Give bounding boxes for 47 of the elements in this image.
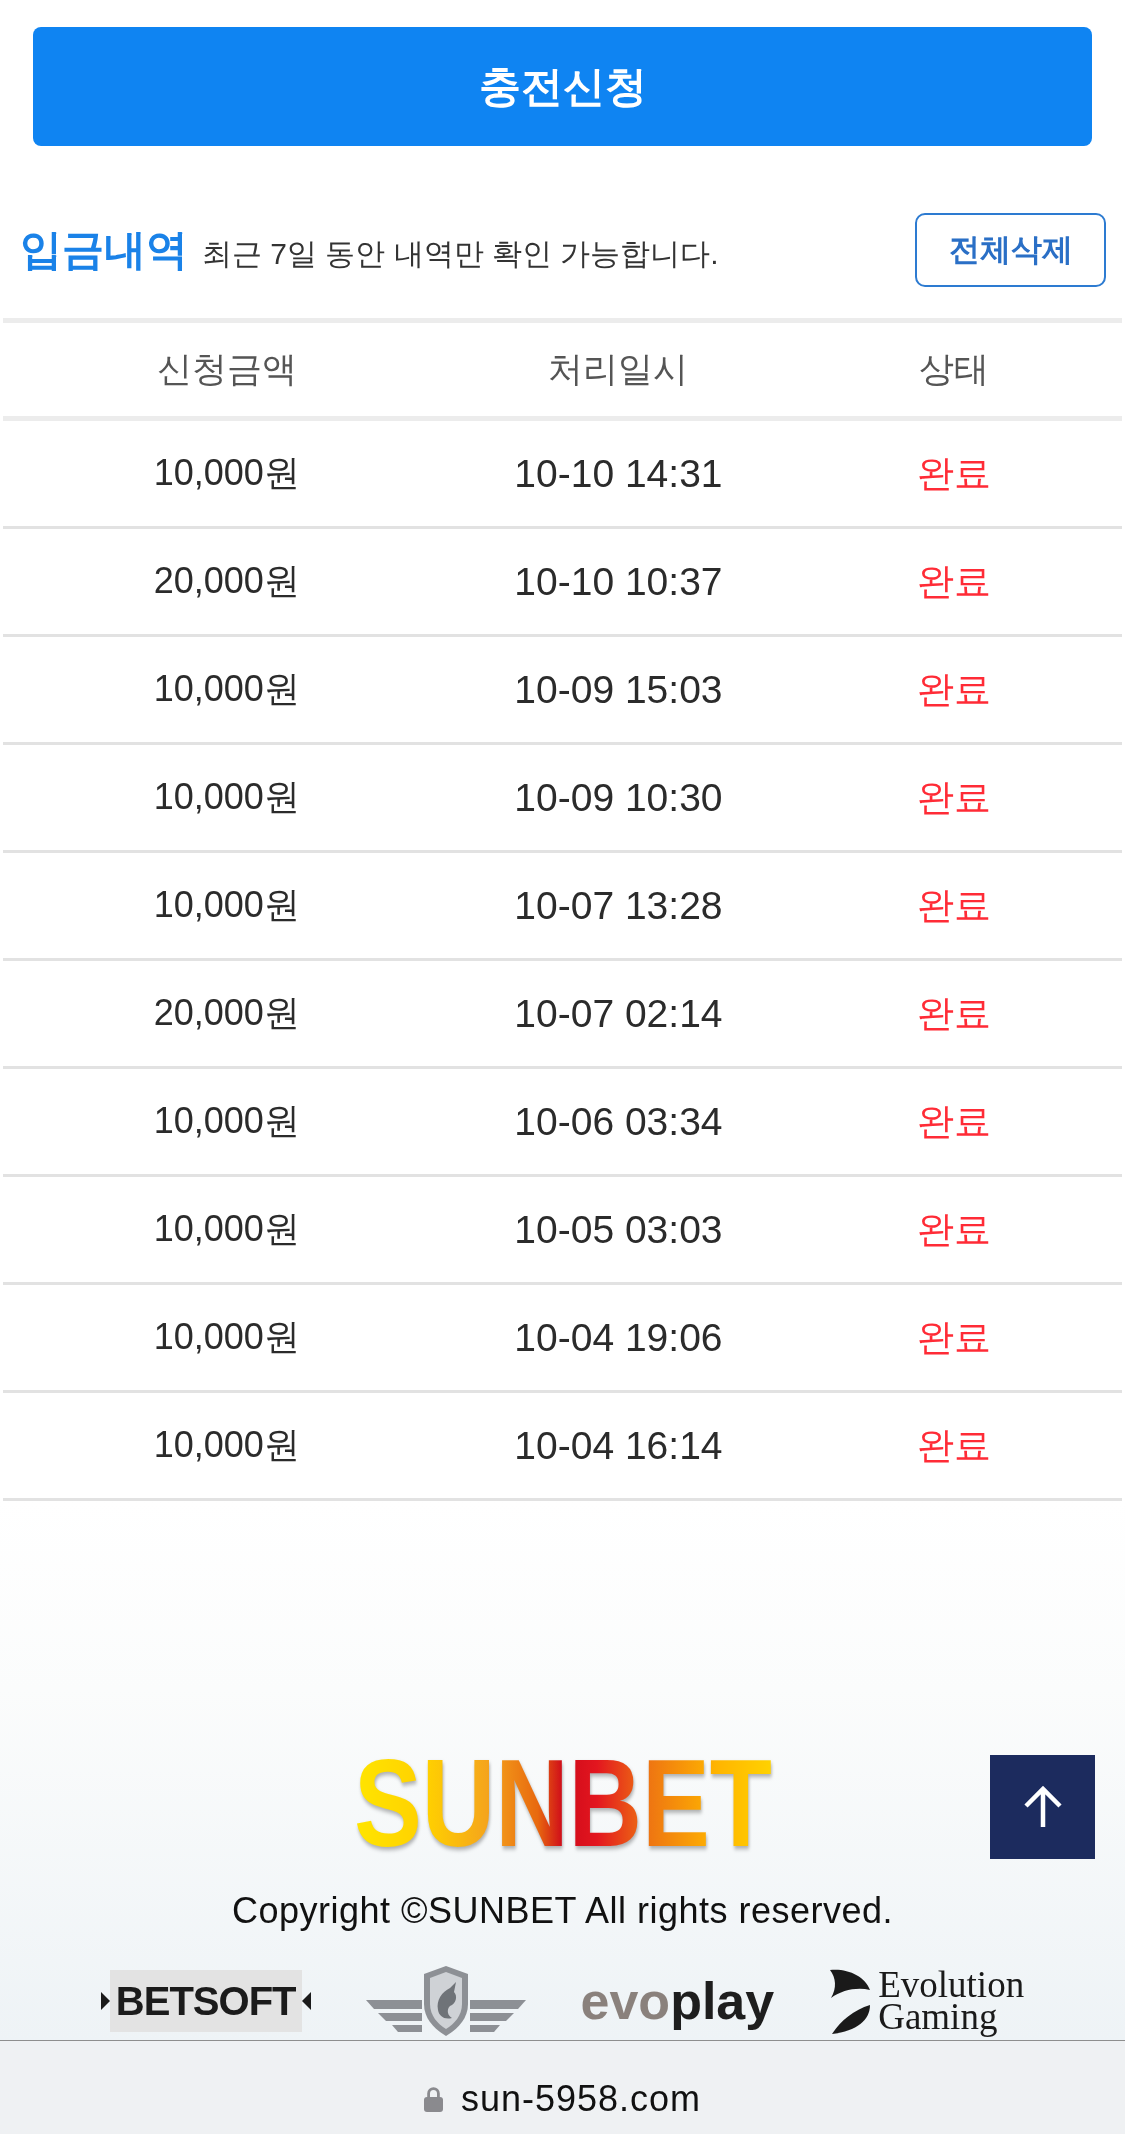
section-title: 입금내역 bbox=[20, 225, 188, 275]
table-cell-text: 10,000원 bbox=[153, 1207, 300, 1251]
winged-shield-icon bbox=[365, 1966, 526, 2036]
table-cell-text: 10,000원 bbox=[153, 1423, 300, 1467]
url-text: sun-5958.com bbox=[460, 2077, 702, 2120]
column-header: 처리일시 bbox=[548, 348, 689, 390]
table-cell-text: 완료 bbox=[917, 1423, 992, 1468]
table-cell: 10-07 02:14 bbox=[514, 991, 723, 1036]
triangle-icon bbox=[301, 1992, 311, 2010]
lock-icon bbox=[423, 2085, 443, 2112]
table-cell-text: 20,000원 bbox=[153, 559, 300, 603]
partner-logo: BETSOFT bbox=[109, 1970, 302, 2032]
table-cell: 10-09 10:30 bbox=[514, 775, 723, 820]
table-cell-text: 10,000원 bbox=[153, 1315, 300, 1359]
table-cell: 10-04 19:06 bbox=[514, 1315, 723, 1360]
table-cell-text: 10,000원 bbox=[153, 775, 300, 819]
column-header: 신청금액 bbox=[156, 348, 297, 390]
table-cell-text: 10,000원 bbox=[153, 883, 300, 927]
table-cell-text: 10,000원 bbox=[153, 667, 300, 711]
table-cell: 10-04 16:14 bbox=[514, 1423, 723, 1468]
crescent-icon bbox=[829, 1968, 871, 2034]
table-cell-text: 10,000원 bbox=[153, 451, 300, 495]
table-cell: 10-10 10:37 bbox=[514, 559, 723, 604]
table-cell: 10-10 14:31 bbox=[514, 451, 723, 496]
table-cell-text: 완료 bbox=[917, 1315, 992, 1360]
table-cell-text: 10,000원 bbox=[153, 1099, 300, 1143]
column-header: 상태 bbox=[919, 348, 990, 390]
table-cell-text: 완료 bbox=[917, 991, 992, 1036]
table-cell-text: 20,000원 bbox=[153, 991, 300, 1035]
table-cell-text: 완료 bbox=[917, 1099, 992, 1144]
table-cell-text: 완료 bbox=[917, 559, 992, 604]
section-subtitle: 최근 7일 동안 내역만 확인 가능합니다. bbox=[202, 236, 719, 272]
table-cell-text: 완료 bbox=[917, 451, 992, 496]
table-cell: 10-07 13:28 bbox=[514, 883, 723, 928]
table-cell-text: 완료 bbox=[917, 667, 992, 712]
address-bar[interactable]: sun-5958.com bbox=[0, 2040, 1125, 2134]
table-cell: 10-09 15:03 bbox=[514, 667, 723, 712]
table-cell: 10-06 03:34 bbox=[514, 1099, 723, 1144]
table-cell: 10-05 03:03 bbox=[514, 1207, 723, 1252]
scroll-top-button[interactable] bbox=[990, 1755, 1095, 1859]
table-cell-text: 완료 bbox=[917, 883, 992, 928]
triangle-icon bbox=[100, 1992, 110, 2010]
delete-all-button[interactable]: 전체삭제 bbox=[915, 213, 1106, 287]
charge-button[interactable]: 충전신청 bbox=[33, 27, 1092, 146]
table-cell-text: 완료 bbox=[917, 1207, 992, 1252]
copyright-text: Copyright ©SUNBET All rights reserved. bbox=[231, 1891, 894, 1931]
table-cell-text: 완료 bbox=[917, 775, 992, 820]
